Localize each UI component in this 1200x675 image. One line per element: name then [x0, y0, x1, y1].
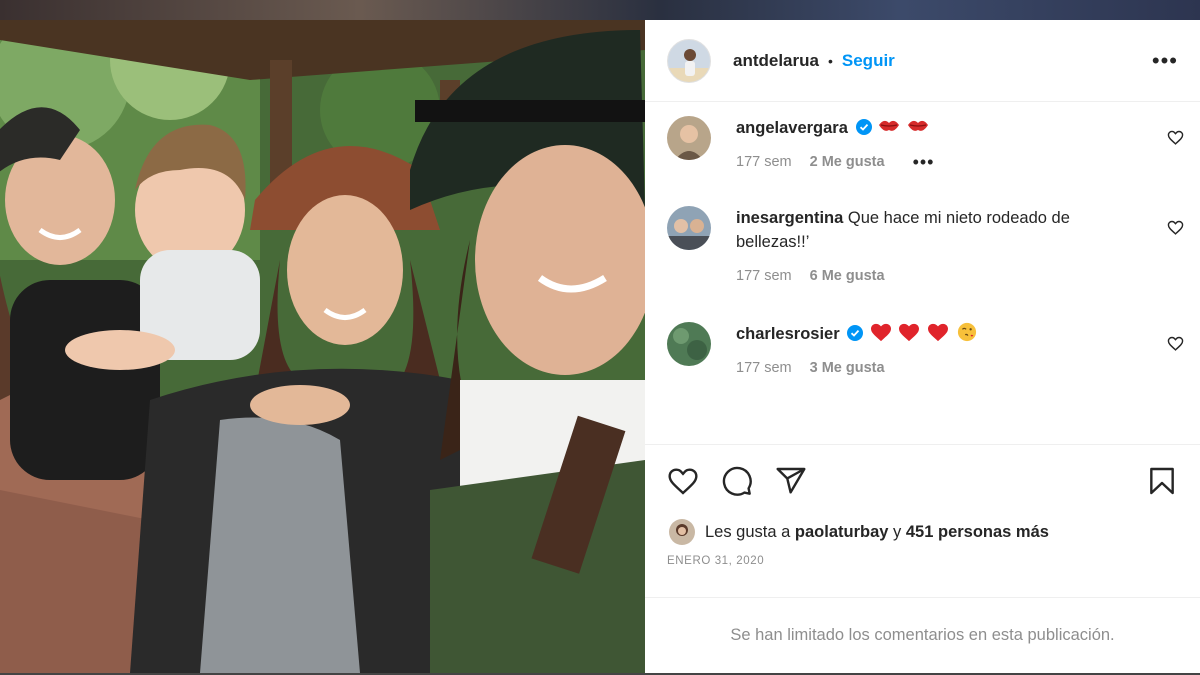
red-heart-icon	[870, 323, 891, 342]
share-icon[interactable]	[775, 465, 807, 497]
like-comment-icon[interactable]	[1167, 219, 1184, 236]
backdrop-strip	[0, 0, 1200, 20]
commenter-username[interactable]: charlesrosier	[736, 325, 840, 343]
verified-badge-icon	[855, 119, 872, 135]
comment-time[interactable]: 177 sem	[736, 150, 792, 174]
comment-time[interactable]: 177 sem	[736, 356, 792, 380]
post-actions-section: Les gusta a paolaturbay y 451 personas m…	[645, 444, 1200, 587]
likes-count[interactable]: 451 personas más	[906, 523, 1049, 542]
comment-time[interactable]: 177 sem	[736, 264, 792, 288]
likes-prefix: Les gusta a	[705, 522, 791, 541]
likes-summary: Les gusta a paolaturbay y 451 personas m…	[645, 517, 1200, 547]
comment-likes[interactable]: 3 Me gusta	[810, 356, 885, 380]
commenter-username[interactable]: angelavergara	[736, 119, 848, 137]
liker-username[interactable]: paolaturbay	[795, 523, 889, 542]
comment-more-icon[interactable]: •••	[913, 150, 935, 174]
commenter-avatar[interactable]	[667, 206, 711, 250]
red-heart-icon	[899, 323, 920, 342]
like-comment-icon[interactable]	[1167, 129, 1184, 146]
likes-conj: y	[893, 522, 902, 541]
winking-kiss-face-icon	[957, 322, 976, 342]
post-photo-illustration	[0, 20, 645, 673]
commenter-username[interactable]: inesargentina	[736, 209, 843, 227]
commenter-avatar[interactable]	[667, 116, 711, 160]
post-image[interactable]	[0, 20, 645, 673]
heart-icon[interactable]	[667, 465, 699, 497]
comments-limited-notice: Se han limitado los comentarios en esta …	[645, 597, 1200, 673]
kiss-lips-icon	[879, 120, 900, 131]
comment-likes[interactable]: 2 Me gusta	[810, 150, 885, 174]
author-avatar[interactable]	[667, 38, 711, 83]
comments-list[interactable]: angelavergara 177 sem 2 Me gusta ••• ine…	[645, 102, 1200, 444]
more-options-icon[interactable]: •••	[1152, 48, 1178, 74]
kiss-lips-icon	[907, 120, 928, 131]
post-header: antdelarua • Seguir •••	[645, 20, 1200, 102]
action-bar	[645, 445, 1200, 517]
author-username[interactable]: antdelarua	[733, 51, 819, 71]
verified-badge-icon	[847, 325, 864, 341]
post-side-panel: antdelarua • Seguir ••• angelavergara 17…	[645, 20, 1200, 673]
post-date[interactable]: ENERO 31, 2020	[645, 547, 1200, 587]
liker-avatar[interactable]	[669, 519, 695, 545]
comment-item: angelavergara 177 sem 2 Me gusta •••	[645, 116, 1200, 206]
save-icon[interactable]	[1146, 465, 1178, 497]
separator-dot: •	[827, 52, 833, 69]
comment-item: inesargentina Que hace mi nieto rodeado …	[645, 206, 1200, 322]
follow-button[interactable]: Seguir	[842, 51, 895, 71]
comment-likes[interactable]: 6 Me gusta	[810, 264, 885, 288]
comment-item: charlesrosier 177 sem 3 Me gusta	[645, 322, 1200, 412]
red-heart-icon	[928, 323, 949, 342]
like-comment-icon[interactable]	[1167, 335, 1184, 352]
commenter-avatar[interactable]	[667, 322, 711, 366]
comment-icon[interactable]	[721, 465, 753, 497]
